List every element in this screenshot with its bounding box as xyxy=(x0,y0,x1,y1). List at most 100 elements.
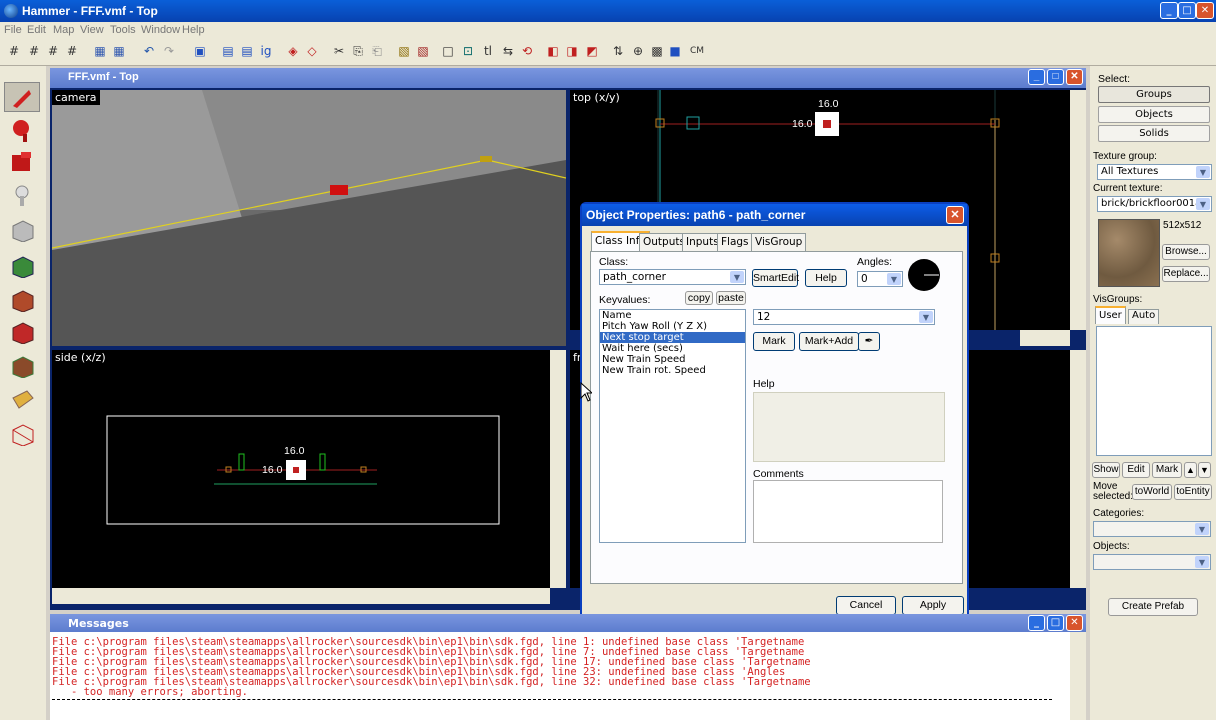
to-world-button[interactable]: toWorld xyxy=(1132,484,1172,500)
minimize-button[interactable]: _ xyxy=(1160,2,1178,19)
camera-viewport[interactable]: camera xyxy=(52,90,566,346)
eyedropper-button[interactable]: ✒ xyxy=(858,332,880,351)
menu-edit[interactable]: Edit xyxy=(27,24,46,36)
apply-button[interactable]: Apply xyxy=(902,596,964,615)
cut-icon[interactable]: ✂ xyxy=(331,43,347,59)
move-up-icon[interactable]: ▲ xyxy=(1184,462,1197,478)
entity-report-icon[interactable]: ■ xyxy=(667,43,683,59)
dialog-close-button[interactable]: ✕ xyxy=(946,206,964,224)
hide-icon[interactable]: ▧ xyxy=(396,43,412,59)
grid-3d-icon[interactable]: # xyxy=(64,43,80,59)
copy-button[interactable]: copy xyxy=(685,291,713,305)
texture-group-select[interactable]: All Textures ▼ xyxy=(1097,164,1212,180)
to-entity-icon[interactable]: ◨ xyxy=(564,43,580,59)
visgroup-show-button[interactable]: Show xyxy=(1092,462,1120,478)
mark-button[interactable]: Mark xyxy=(753,332,795,351)
undo-icon[interactable]: ↶ xyxy=(141,43,157,59)
selection-box-icon[interactable]: □ xyxy=(440,43,456,59)
menu-tools[interactable]: Tools xyxy=(110,24,136,36)
replace-button[interactable]: Replace... xyxy=(1162,266,1210,282)
texture-lock-icon[interactable]: ▤ xyxy=(220,43,236,59)
visgroup-mark-button[interactable]: Mark xyxy=(1152,462,1182,478)
clipping-tool[interactable] xyxy=(4,384,40,414)
radius-culling-icon[interactable]: ⇅ xyxy=(610,43,626,59)
smartedit-button[interactable]: SmartEdit xyxy=(752,269,799,287)
entity-tool[interactable] xyxy=(4,180,40,210)
browse-button[interactable]: Browse... xyxy=(1162,244,1210,260)
redo-icon[interactable]: ↷ xyxy=(161,43,177,59)
paste-icon[interactable]: ⎗ xyxy=(369,43,385,59)
grid-larger-icon[interactable]: # xyxy=(45,43,61,59)
front-view-vscroll[interactable] xyxy=(1070,350,1086,588)
texture-scale-icon[interactable]: ▤ xyxy=(239,43,255,59)
maximize-button[interactable]: □ xyxy=(1178,2,1196,19)
paste-button[interactable]: paste xyxy=(716,291,746,305)
ignore-groups-icon[interactable]: ig xyxy=(258,43,274,59)
menu-map[interactable]: Map xyxy=(53,24,74,36)
keyvalue-value-select[interactable]: 12 ▼ xyxy=(753,309,935,325)
magnify-tool[interactable] xyxy=(4,114,40,144)
angles-select[interactable]: 0 ▼ xyxy=(857,271,903,287)
decal-tool[interactable] xyxy=(4,316,40,346)
top-view-hscroll[interactable] xyxy=(1020,330,1070,346)
side-viewport[interactable]: side (x/z) 16.0 16.0 xyxy=(52,350,550,588)
doc-close-button[interactable]: ✕ xyxy=(1066,69,1083,85)
flip-icon[interactable]: ⇆ xyxy=(500,43,516,59)
close-button[interactable]: ✕ xyxy=(1196,2,1214,19)
overlay-tool[interactable] xyxy=(4,350,40,380)
hollow-icon[interactable]: ◈ xyxy=(285,43,301,59)
vertex-tool[interactable] xyxy=(4,418,40,448)
side-view-hscroll[interactable] xyxy=(52,588,550,604)
select-solids-button[interactable]: Solids xyxy=(1098,125,1210,142)
keyvalue-item-pitch-yaw-roll[interactable]: Pitch Yaw Roll (Y Z X) xyxy=(600,321,745,332)
show-hidden-icon[interactable]: ▧ xyxy=(415,43,431,59)
rotate-icon[interactable]: ⟲ xyxy=(519,43,535,59)
to-entity-button[interactable]: toEntity xyxy=(1174,484,1212,500)
cancel-button[interactable]: Cancel xyxy=(836,596,896,615)
tab-visgroup[interactable]: VisGroup xyxy=(751,233,807,251)
visgroup-edit-button[interactable]: Edit xyxy=(1122,462,1150,478)
visgroups-list[interactable] xyxy=(1096,326,1212,456)
top-view-vscroll[interactable] xyxy=(1070,90,1086,330)
doc-minimize-button[interactable]: _ xyxy=(1028,69,1045,85)
create-prefab-button[interactable]: Create Prefab xyxy=(1108,598,1198,616)
visgroups-auto-tab[interactable]: Auto xyxy=(1128,309,1160,324)
clip-icon[interactable]: ◇ xyxy=(304,43,320,59)
overlay-icon[interactable]: ▩ xyxy=(649,43,665,59)
menu-view[interactable]: View xyxy=(80,24,104,36)
group-icon[interactable]: ▦ xyxy=(92,43,108,59)
snap-icon[interactable]: tl xyxy=(480,43,496,59)
keyvalue-item-new-train-speed[interactable]: New Train Speed xyxy=(600,354,745,365)
keyvalues-list[interactable]: Name Pitch Yaw Roll (Y Z X) Next stop ta… xyxy=(599,309,746,543)
side-view-vscroll[interactable] xyxy=(550,350,566,588)
texture-preview[interactable] xyxy=(1098,219,1160,287)
ungroup-icon[interactable]: ▦ xyxy=(111,43,127,59)
categories-select[interactable]: ▼ xyxy=(1093,521,1211,537)
keyvalue-item-new-train-rot-speed[interactable]: New Train rot. Speed xyxy=(600,365,745,376)
messages-maximize-button[interactable]: □ xyxy=(1047,615,1064,631)
copy-icon[interactable]: ⎘ xyxy=(350,43,366,59)
menu-window[interactable]: Window xyxy=(141,24,180,36)
cordon-toggle[interactable]: CM xyxy=(686,43,708,59)
selection-tool[interactable] xyxy=(4,82,40,112)
messages-minimize-button[interactable]: _ xyxy=(1028,615,1045,631)
messages-vscroll[interactable] xyxy=(1070,632,1086,720)
camera-tool[interactable] xyxy=(4,146,40,176)
menu-file[interactable]: File xyxy=(4,24,22,36)
keyvalue-item-next-stop-target[interactable]: Next stop target xyxy=(600,332,745,343)
carve-icon[interactable]: ▣ xyxy=(192,43,208,59)
current-texture-select[interactable]: brick/brickfloor001a ▼ xyxy=(1097,196,1212,212)
apply-texture-tool[interactable] xyxy=(4,284,40,314)
visgroups-user-tab[interactable]: User xyxy=(1095,306,1126,324)
to-world-icon[interactable]: ◧ xyxy=(545,43,561,59)
doc-maximize-button[interactable]: □ xyxy=(1047,69,1064,85)
select-groups-button[interactable]: Groups xyxy=(1098,86,1210,103)
move-down-icon[interactable]: ▼ xyxy=(1198,462,1211,478)
mark-add-button[interactable]: Mark+Add xyxy=(799,332,859,351)
keyvalue-item-wait-here[interactable]: Wait here (secs) xyxy=(600,343,745,354)
class-select[interactable]: path_corner ▼ xyxy=(599,269,746,285)
angle-dial-icon[interactable] xyxy=(907,258,941,292)
keyvalue-item-name[interactable]: Name xyxy=(600,310,745,321)
tab-flags[interactable]: Flags xyxy=(717,233,753,251)
load-pointfile-icon[interactable]: ⊕ xyxy=(630,43,646,59)
